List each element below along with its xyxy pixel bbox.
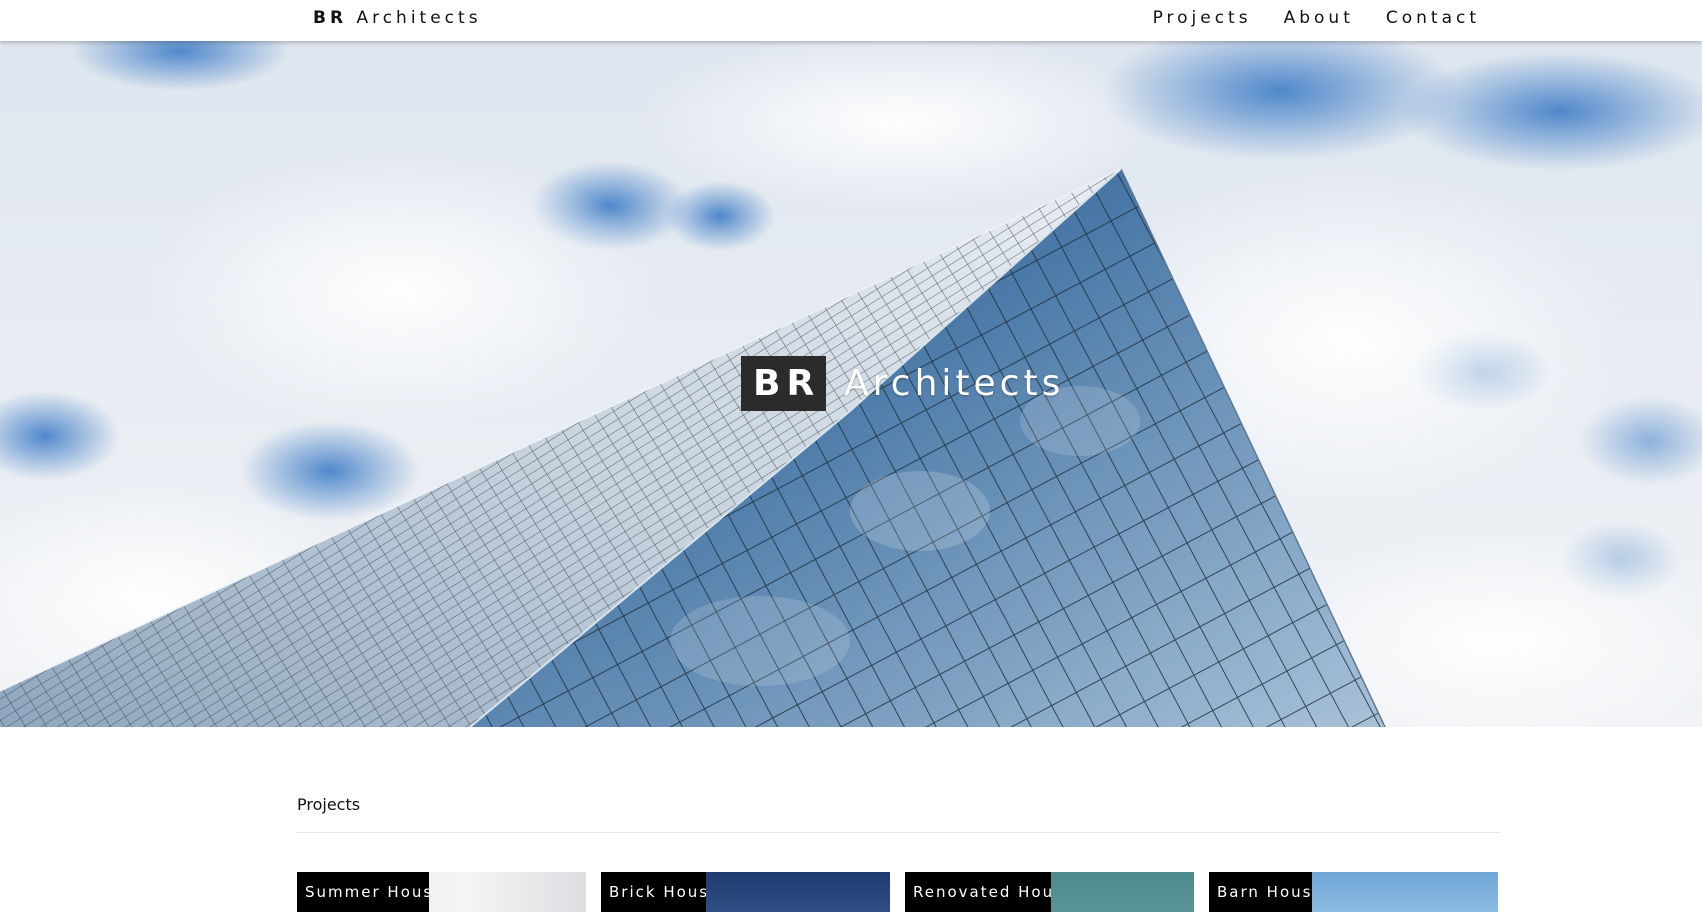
project-card[interactable]: Summer House	[297, 872, 586, 912]
section-divider	[297, 832, 1500, 833]
project-card-label: Barn House	[1209, 872, 1312, 912]
project-card[interactable]: Barn House	[1209, 872, 1498, 912]
main-nav: Projects About Contact	[1153, 8, 1480, 28]
top-navigation-bar: BR Architects Projects About Contact	[0, 0, 1702, 41]
brand-logo-text: Architects	[356, 8, 482, 28]
hero-banner: BR Architects	[0, 41, 1702, 727]
project-card-label: Renovated House	[905, 872, 1051, 912]
project-card[interactable]: Renovated House	[905, 872, 1194, 912]
project-card[interactable]: Brick House	[601, 872, 890, 912]
nav-link-about[interactable]: About	[1284, 8, 1354, 28]
project-cards: Summer House Brick House Renovated House…	[297, 872, 1500, 912]
project-card-label: Brick House	[601, 872, 706, 912]
brand-logo-bold: BR	[313, 8, 348, 28]
hero-title-logo-box: BR	[741, 356, 827, 411]
hero-title-text: Architects	[844, 363, 1065, 404]
nav-link-contact[interactable]: Contact	[1386, 8, 1480, 28]
project-card-label: Summer House	[297, 872, 429, 912]
projects-heading: Projects	[297, 795, 361, 814]
nav-link-projects[interactable]: Projects	[1153, 8, 1252, 28]
hero-title: BR Architects	[741, 356, 1064, 411]
brand-logo[interactable]: BR Architects	[313, 8, 482, 28]
